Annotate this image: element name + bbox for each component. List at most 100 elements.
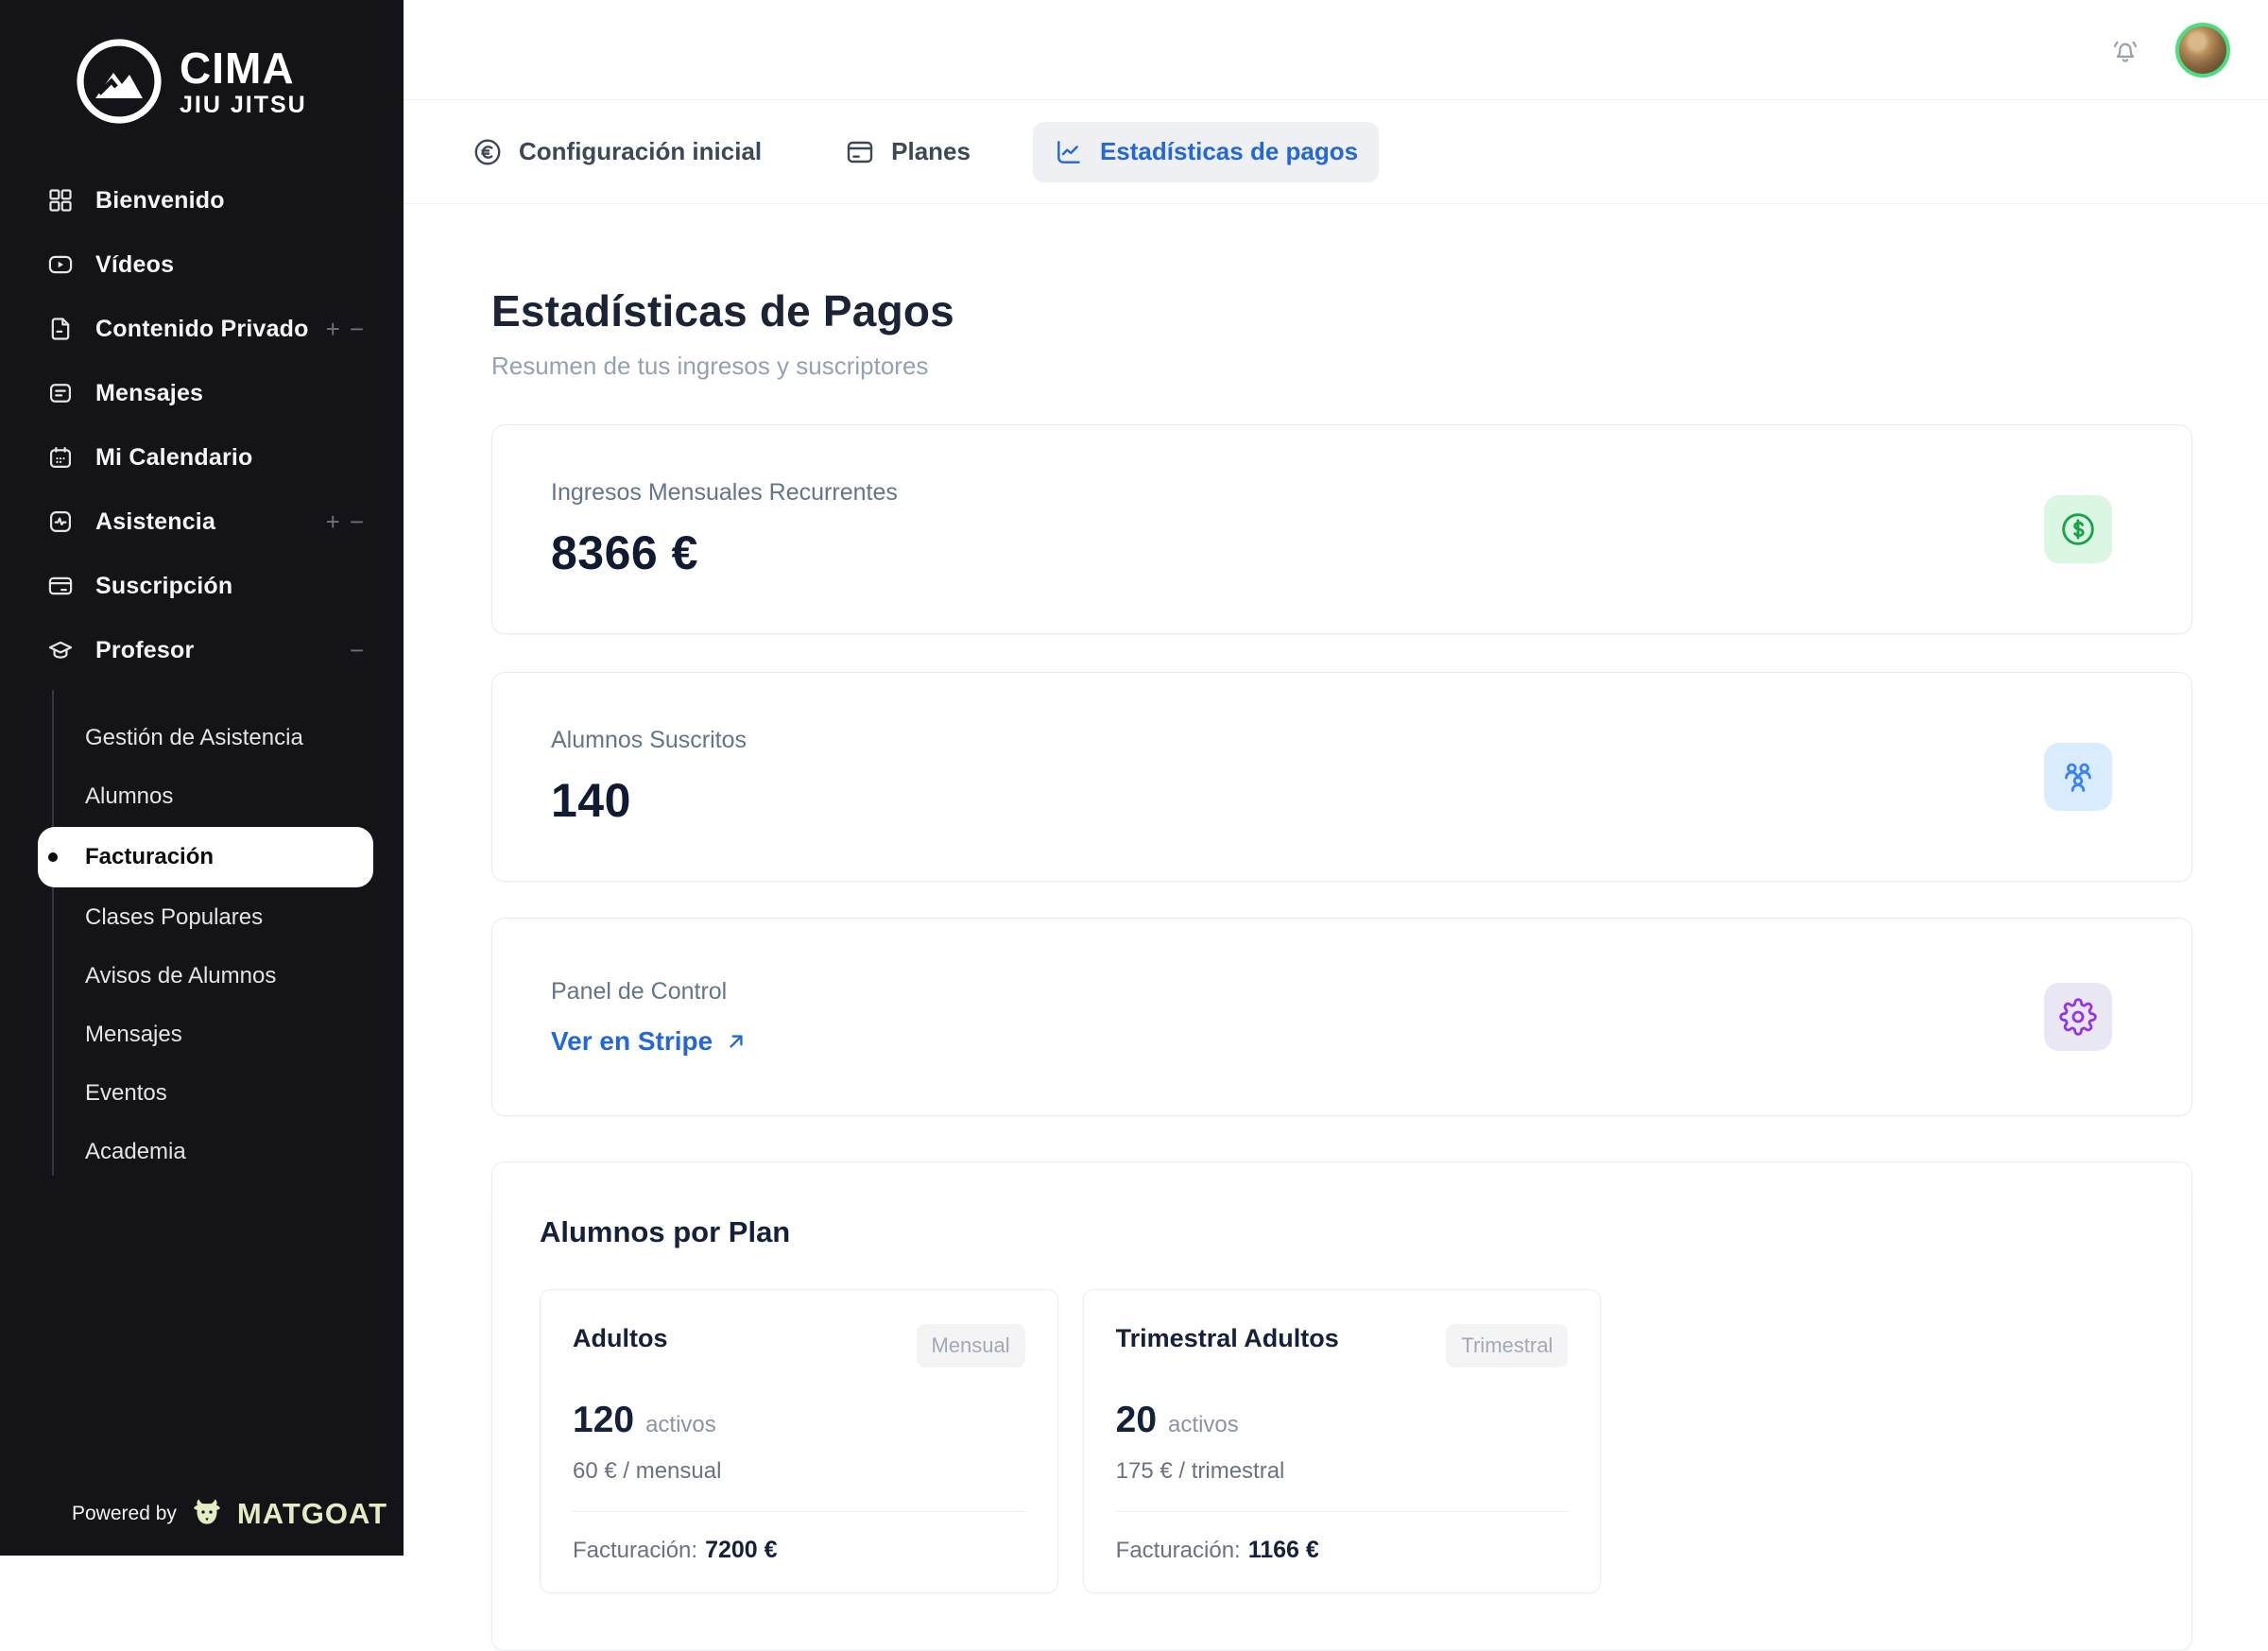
sidebar-subitem-avisos-alumnos[interactable]: Avisos de Alumnos [0, 947, 404, 1006]
line-chart-icon [1054, 137, 1084, 167]
link-label: Ver en Stripe [551, 1026, 713, 1057]
stat-card-panel-control: Panel de Control Ver en Stripe [491, 918, 2192, 1116]
credit-card-icon [845, 137, 875, 167]
plan-card-adultos: Adultos Mensual 120 activos 60 € / mensu… [540, 1289, 1058, 1593]
sidebar-item-contenido-privado[interactable]: Contenido Privado + − [0, 297, 404, 361]
brand-name: CIMA [180, 46, 307, 90]
section-title: Alumnos por Plan [540, 1215, 2144, 1249]
credit-card-icon [47, 573, 74, 599]
sidebar-subitem-facturacion[interactable]: Facturación [38, 827, 373, 887]
user-avatar[interactable] [2175, 23, 2230, 77]
sidebar-item-mensajes[interactable]: Mensajes [0, 361, 404, 425]
calendar-icon [47, 444, 74, 471]
sidebar-subitem-gestion-asistencia[interactable]: Gestión de Asistencia [0, 709, 404, 767]
settings-tabs: Configuración inicial Planes Estadística… [404, 100, 2268, 204]
dollar-circle-icon [2059, 510, 2097, 548]
stat-label: Ingresos Mensuales Recurrentes [551, 479, 898, 507]
stat-label: Alumnos Suscritos [551, 727, 747, 754]
sidebar-item-videos[interactable]: Vídeos [0, 232, 404, 297]
expand-controls: − [350, 638, 364, 662]
plan-active-label: activos [1168, 1412, 1239, 1438]
tab-estadisticas-de-pagos[interactable]: Estadísticas de pagos [1033, 122, 1379, 182]
sidebar-item-label: Suscripción [95, 573, 232, 600]
plan-card-trimestral-adultos: Trimestral Adultos Trimestral 20 activos… [1083, 1289, 1602, 1593]
plan-price: 60 € / mensual [573, 1458, 1025, 1485]
tab-planes[interactable]: Planes [824, 122, 991, 182]
top-header [404, 0, 2268, 100]
powered-by-label: Powered by [72, 1503, 177, 1525]
sidebar-item-label: Asistencia [95, 508, 215, 536]
arrow-up-right-icon [724, 1029, 748, 1054]
sidebar: CIMA JIU JITSU Bienvenido Vídeos Conteni… [0, 0, 404, 1556]
sidebar-item-suscripcion[interactable]: Suscripción [0, 554, 404, 618]
subitem-label: Facturación [85, 844, 214, 870]
sidebar-subitem-mensajes[interactable]: Mensajes [0, 1006, 404, 1064]
notifications-bell-icon[interactable] [2111, 36, 2139, 64]
plan-interval-badge: Mensual [917, 1324, 1025, 1367]
sidebar-item-asistencia[interactable]: Asistencia + − [0, 490, 404, 554]
goat-icon [188, 1495, 226, 1533]
plan-active-count: 20 [1116, 1400, 1157, 1441]
plan-name: Adultos [573, 1324, 668, 1353]
empty-grid-cell [1625, 1289, 2144, 1593]
plan-price: 175 € / trimestral [1116, 1458, 1569, 1485]
gear-icon [2059, 998, 2097, 1036]
subitem-label: Eventos [85, 1080, 167, 1107]
sidebar-item-label: Mi Calendario [95, 444, 253, 472]
plan-active-count: 120 [573, 1400, 634, 1441]
sidebar-item-mi-calendario[interactable]: Mi Calendario [0, 425, 404, 490]
sidebar-item-profesor[interactable]: Profesor − [0, 618, 404, 682]
collapse-minus-icon[interactable]: − [350, 638, 364, 662]
divider [573, 1511, 1025, 1512]
plan-billing-value: 7200 € [705, 1537, 777, 1563]
sidebar-subitem-clases-populares[interactable]: Clases Populares [0, 888, 404, 947]
alumnos-por-plan-section: Alumnos por Plan Adultos Mensual 120 act… [491, 1161, 2192, 1651]
active-bullet-dot [48, 852, 58, 862]
ver-en-stripe-link[interactable]: Ver en Stripe [551, 1026, 748, 1057]
divider [1116, 1511, 1569, 1512]
sidebar-subitem-alumnos[interactable]: Alumnos [0, 767, 404, 826]
page-content: Estadísticas de Pagos Resumen de tus ing… [404, 204, 2268, 1651]
graduation-cap-icon [47, 637, 74, 663]
stat-value: 8366 € [551, 525, 898, 580]
sidebar-item-label: Vídeos [95, 251, 174, 279]
tab-configuracion-inicial[interactable]: Configuración inicial [452, 122, 782, 182]
subitem-label: Avisos de Alumnos [85, 963, 276, 989]
mountain-logo-icon [74, 36, 164, 127]
expand-plus-icon[interactable]: + [326, 317, 340, 341]
sidebar-item-bienvenido[interactable]: Bienvenido [0, 168, 404, 232]
subitem-label: Mensajes [85, 1022, 182, 1048]
plan-billing: Facturación:7200 € [573, 1537, 1025, 1564]
matgoat-brand-text: MATGOAT [237, 1497, 387, 1531]
expand-plus-icon[interactable]: + [326, 509, 340, 534]
stat-icon-box [2044, 743, 2112, 811]
tab-label: Estadísticas de pagos [1100, 137, 1358, 166]
sidebar-subitem-eventos[interactable]: Eventos [0, 1064, 404, 1123]
euro-circle-icon [472, 137, 503, 167]
main-area: Configuración inicial Planes Estadística… [404, 0, 2268, 1556]
page-subtitle: Resumen de tus ingresos y suscriptores [491, 352, 2192, 381]
expand-controls: + − [326, 509, 364, 534]
sidebar-subitem-academia[interactable]: Academia [0, 1123, 404, 1181]
subitem-label: Gestión de Asistencia [85, 725, 303, 751]
sidebar-nav: Bienvenido Vídeos Contenido Privado + − … [0, 168, 404, 682]
tab-label: Configuración inicial [519, 137, 762, 166]
stat-card-ingresos: Ingresos Mensuales Recurrentes 8366 € [491, 424, 2192, 634]
plan-billing: Facturación:1166 € [1116, 1537, 1569, 1564]
users-icon [2059, 758, 2097, 796]
expand-controls: + − [326, 317, 364, 341]
stat-label: Panel de Control [551, 978, 748, 1006]
profesor-submenu: Gestión de Asistencia Alumnos Facturació… [0, 709, 404, 1181]
plan-billing-value: 1166 € [1248, 1537, 1319, 1563]
document-icon [47, 316, 74, 342]
subitem-label: Alumnos [85, 783, 173, 810]
stat-icon-box [2044, 983, 2112, 1051]
sidebar-item-label: Bienvenido [95, 187, 225, 215]
brand-logo: CIMA JIU JITSU [0, 0, 404, 127]
powered-by-matgoat-link[interactable]: Powered by MATGOAT [72, 1495, 387, 1533]
plan-interval-badge: Trimestral [1446, 1324, 1568, 1367]
collapse-minus-icon[interactable]: − [350, 509, 364, 534]
collapse-minus-icon[interactable]: − [350, 317, 364, 341]
plan-name: Trimestral Adultos [1116, 1324, 1339, 1353]
app-window: CIMA JIU JITSU Bienvenido Vídeos Conteni… [0, 0, 2268, 1556]
